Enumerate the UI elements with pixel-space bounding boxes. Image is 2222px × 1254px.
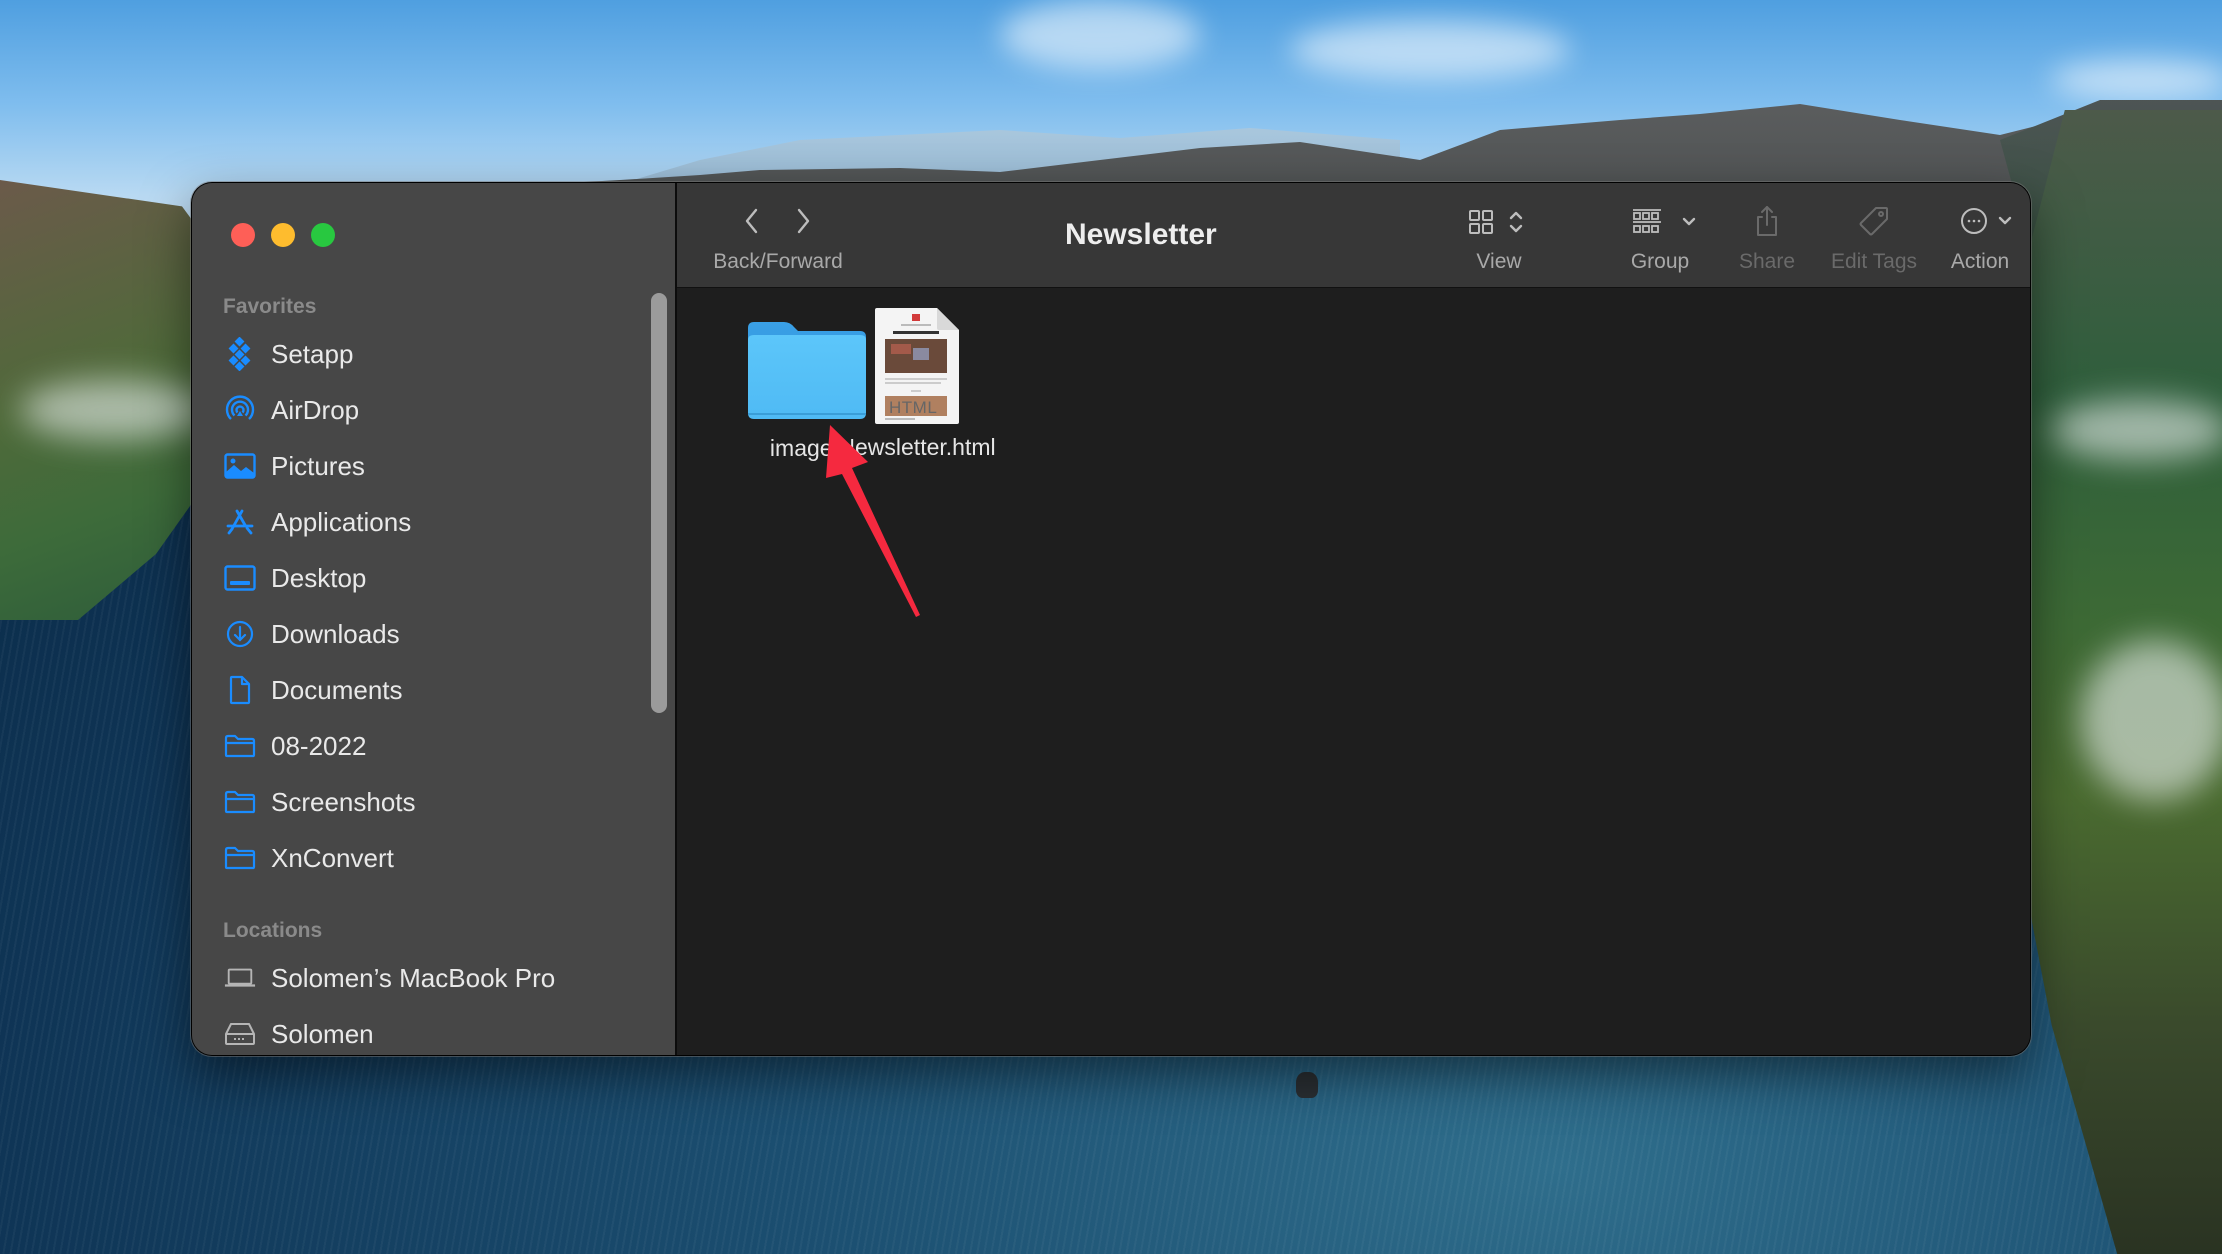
wallpaper-fog [20,380,210,440]
action-label: Action [1950,250,2010,273]
laptop-icon [224,962,256,994]
back-forward-label: Back/Forward [713,250,843,273]
html-file-icon: HTML [871,306,963,426]
applications-icon [224,506,256,538]
sidebar-item-macbook-pro[interactable]: Solomen’s MacBook Pro [192,954,652,1002]
edit-tags-button[interactable] [1858,205,1890,237]
wallpaper-cloud [2050,60,2222,100]
sidebar-item-xnconvert[interactable]: XnConvert [192,834,652,882]
forward-button[interactable] [794,207,812,235]
close-button[interactable] [231,223,255,247]
sidebar-item-label: AirDrop [271,394,360,425]
sidebar-item-label: Solomen’s MacBook Pro [271,962,556,993]
maximize-button[interactable] [311,223,335,247]
finder-window: Favorites Setapp AirDrop Pictures Applic… [192,183,2030,1055]
icon-grid-icon [1469,210,1493,234]
sidebar-item-label: Applications [271,506,412,537]
drive-icon [224,1018,256,1050]
downloads-icon [224,618,256,650]
group-button[interactable] [1631,209,1703,235]
view-label: View [1476,250,1522,273]
locations-heading: Locations [223,919,323,942]
folder-icon [224,842,256,874]
edit-tags-label: Edit Tags [1831,250,1917,273]
wallpaper-rock [1296,1072,1318,1098]
action-button[interactable] [1960,207,2020,235]
sidebar-item-documents[interactable]: Documents [192,666,652,714]
wallpaper-fog [2080,640,2222,800]
file-name: images [769,435,845,461]
sidebar-item-label: Downloads [271,618,400,649]
folder-icon [224,730,256,762]
sidebar-item-airdrop[interactable]: AirDrop [192,386,652,434]
file-name: Newsletter.html [838,434,996,460]
chevron-right-icon [797,208,810,234]
sidebar-item-setapp[interactable]: Setapp [192,330,652,378]
sidebar-item-screenshots[interactable]: Screenshots [192,778,652,826]
wallpaper-cloud [1290,20,1570,80]
group-label: Group [1630,250,1690,273]
minimize-button[interactable] [271,223,295,247]
share-label: Share [1738,250,1796,273]
html-badge: HTML [889,398,938,417]
sidebar: Favorites Setapp AirDrop Pictures Applic… [192,183,675,1055]
back-button[interactable] [743,207,761,235]
sidebar-item-label: Desktop [271,562,367,593]
sidebar-item-solomen-drive[interactable]: Solomen [192,1010,652,1055]
sidebar-item-desktop[interactable]: Desktop [192,554,652,602]
toolbar: Back/Forward Newsletter View Group Share… [677,183,2030,288]
sidebar-item-pictures[interactable]: Pictures [192,442,652,490]
window-title: Newsletter [1065,218,1217,251]
wallpaper-cloud [1000,0,1200,70]
sidebar-item-label: 08-2022 [271,730,367,761]
airdrop-icon [224,394,256,426]
setapp-icon [224,337,256,371]
sidebar-item-downloads[interactable]: Downloads [192,610,652,658]
favorites-heading: Favorites [223,295,317,318]
document-icon [224,674,256,706]
pictures-icon [224,450,256,482]
chevron-left-icon [745,208,758,234]
share-button[interactable] [1754,205,1780,237]
sidebar-item-08-2022[interactable]: 08-2022 [192,722,652,770]
wallpaper-fog [2050,400,2222,460]
file-item-newsletter-html[interactable]: HTML Newsletter.html [838,306,996,461]
file-browser: images HTML Newsletter.html [677,288,2030,1055]
sidebar-item-label: XnConvert [271,842,394,873]
sidebar-item-applications[interactable]: Applications [192,498,652,546]
sidebar-item-label: Solomen [271,1018,374,1049]
sidebar-scrollbar[interactable] [651,293,667,713]
desktop-icon [224,562,256,594]
sidebar-item-label: Screenshots [271,786,416,817]
folder-icon [224,786,256,818]
sidebar-item-label: Setapp [271,338,354,369]
view-button[interactable] [1468,209,1530,235]
sidebar-item-label: Pictures [271,450,365,481]
sidebar-item-label: Documents [271,674,403,705]
